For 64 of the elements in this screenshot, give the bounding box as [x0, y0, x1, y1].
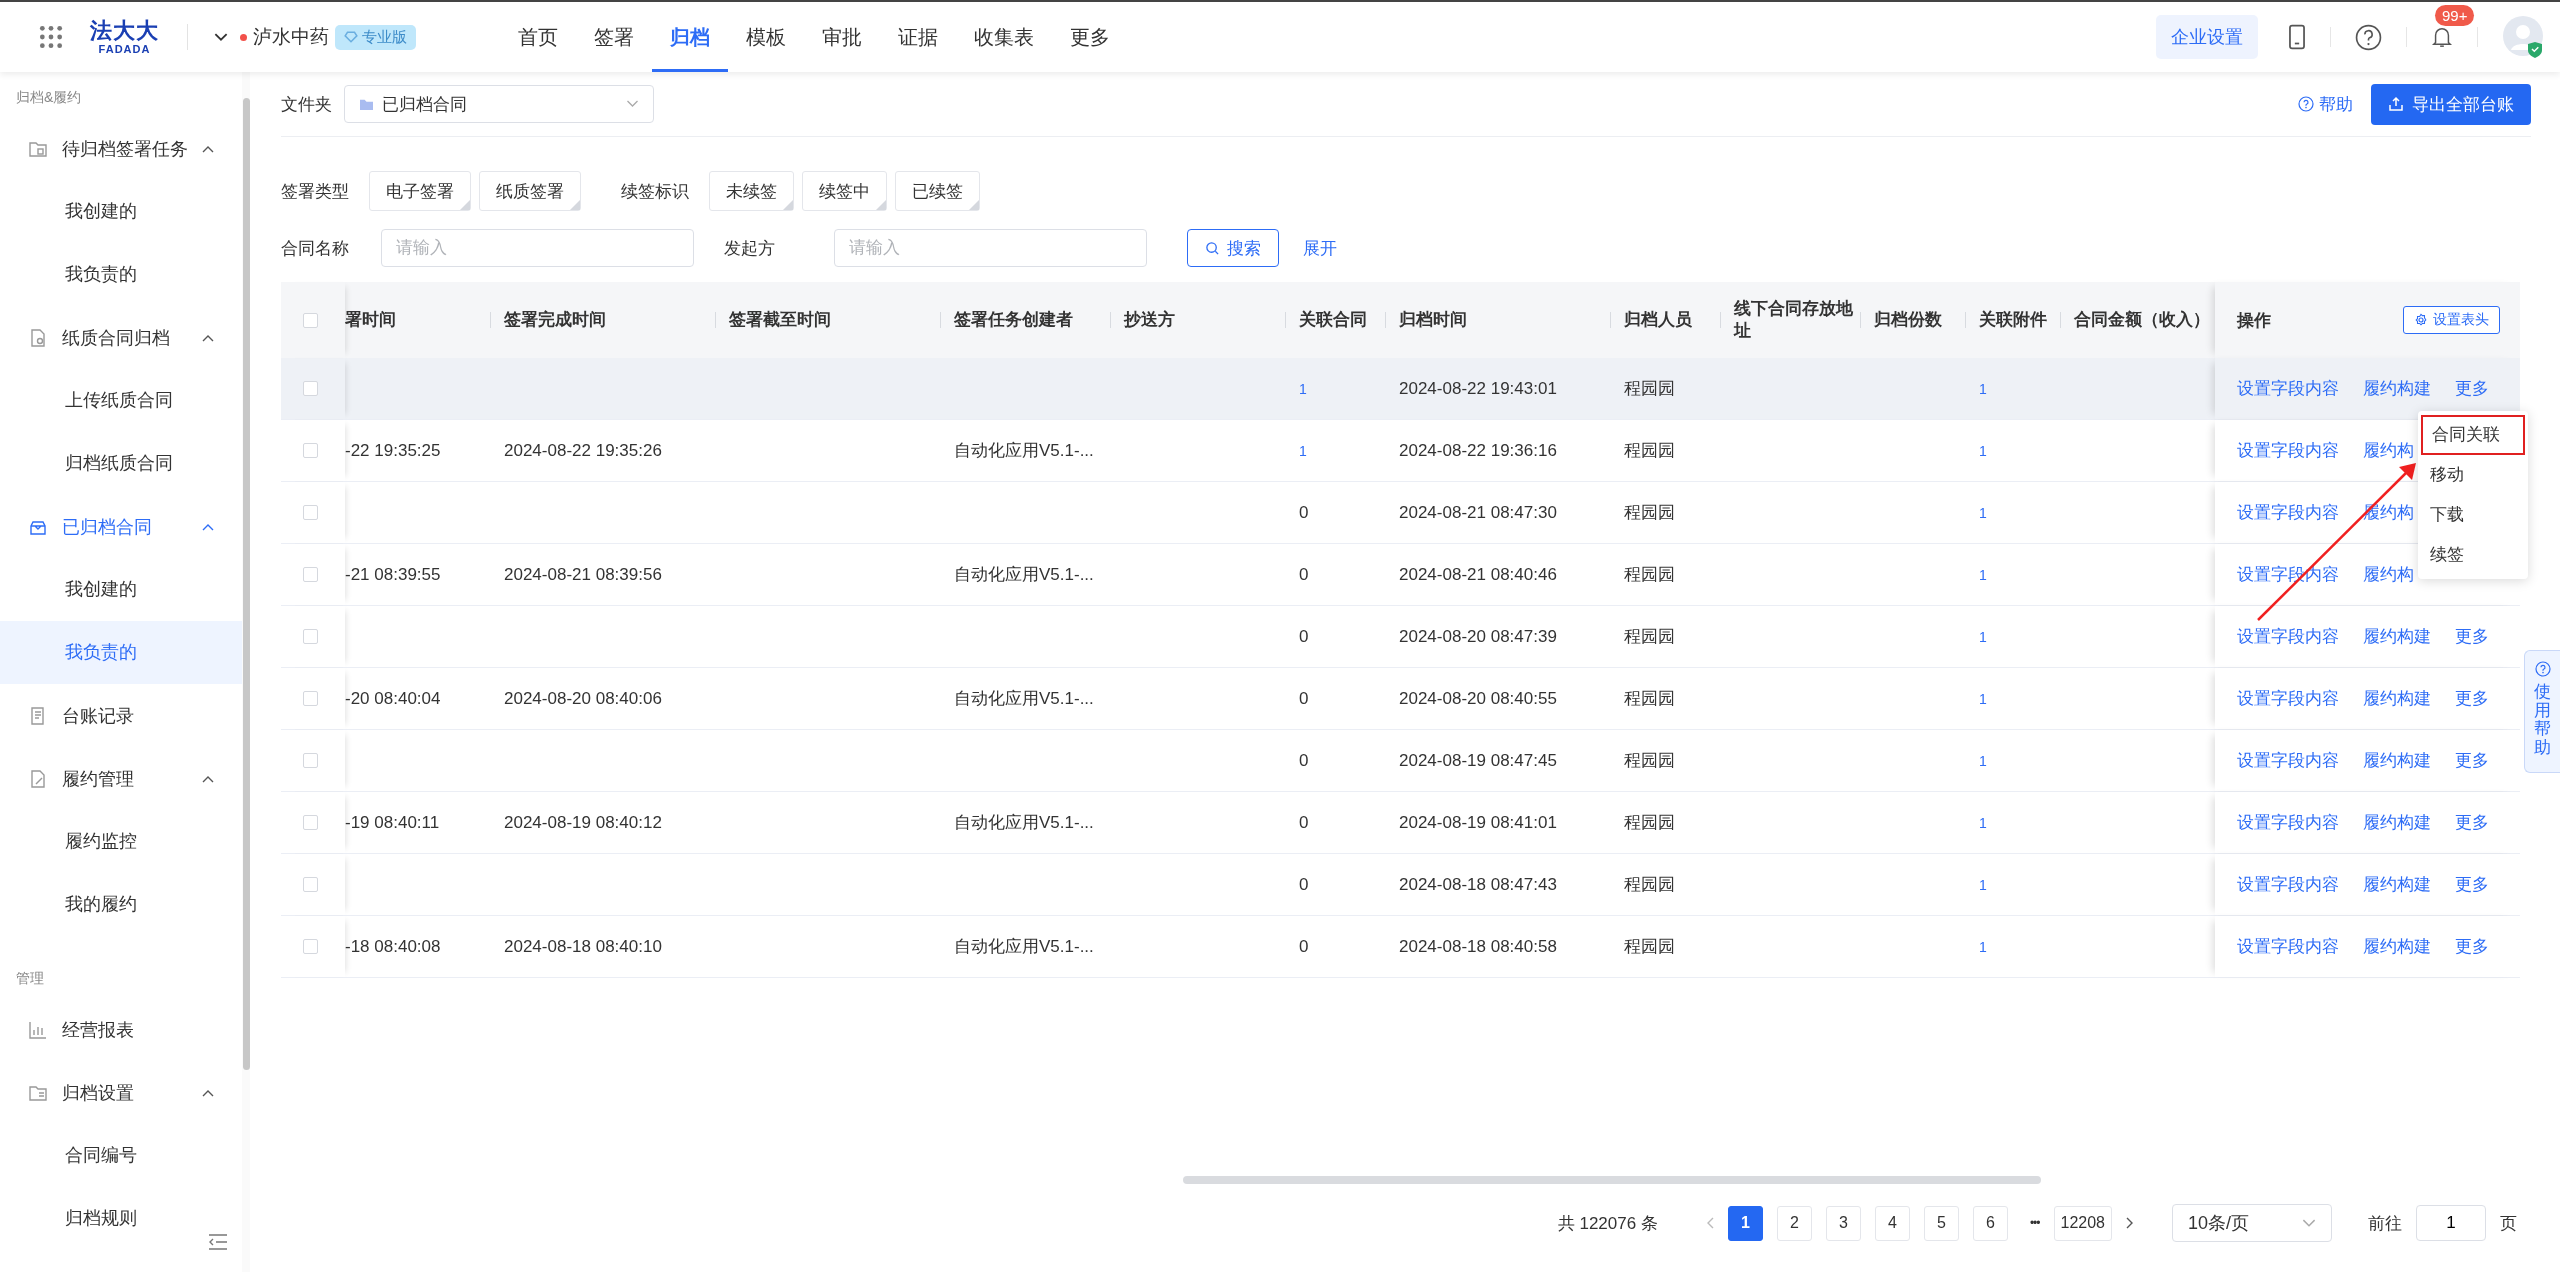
table-cell-text: 程园园 [1624, 440, 1675, 462]
table-cell-text: 程园园 [1624, 688, 1675, 710]
table-cell: 2024-08-21 08:47:30 [1399, 502, 1557, 523]
column-header: 线下合同存放地址 [1734, 297, 1854, 342]
table-cell: 2024-08-22 19:43:01 [1399, 378, 1557, 399]
column-header: 签署任务创建者 [954, 308, 1073, 331]
table-cell: 2024-08-19 08:40:12 [504, 812, 662, 833]
table-cell: 0 [1299, 812, 1309, 833]
total-count: 共 122076 条 [1557, 1212, 1658, 1235]
section-title: 管理 [15, 969, 45, 988]
table-cell: 0 [1299, 502, 1309, 523]
table-cell: 0 [1299, 936, 1309, 957]
table-cell: 2024-08-20 08:47:39 [1399, 626, 1557, 647]
table-cell: 0 [1299, 750, 1309, 771]
field-label: 续签标识 [621, 180, 689, 203]
table-cell: -20 08:40:04 [345, 688, 441, 709]
column-header: 抄送方 [1124, 308, 1175, 331]
table-cell-text: 自动化应用V5.1-... [954, 936, 1094, 958]
column-header: 关联合同 [1299, 308, 1367, 331]
table-cell: 2024-08-18 08:40:10 [504, 936, 662, 957]
table-cell: 2024-08-22 19:35:26 [504, 440, 662, 461]
field-label: 发起方 [724, 237, 776, 260]
table-cell-text: 程园园 [1624, 750, 1675, 772]
table-cell: 2024-08-22 19:36:16 [1399, 440, 1557, 461]
table-cell-text: 自动化应用V5.1-... [954, 688, 1094, 710]
section-title: 归档&履约 [15, 88, 83, 107]
table-cell: 0 [1299, 626, 1309, 647]
column-header: 签署完成时间 [504, 308, 606, 331]
table-cell-text: 程园园 [1624, 812, 1675, 834]
table-cell: -18 08:40:08 [345, 936, 441, 957]
table-cell-text: 程园园 [1624, 936, 1675, 958]
table-cell-text: 程园园 [1624, 378, 1675, 400]
table-cell: -19 08:40:11 [345, 812, 440, 833]
column-header: 归档人员 [1624, 308, 1692, 331]
column-header: 操作 [2237, 309, 2271, 332]
goto-label: 前往 [2368, 1212, 2402, 1235]
table-cell: 2024-08-18 08:47:43 [1399, 874, 1557, 895]
table-cell: 2024-08-19 08:47:45 [1399, 750, 1557, 771]
column-header: 归档份数 [1874, 308, 1942, 331]
column-header: 署时间 [345, 308, 396, 331]
column-header: 归档时间 [1399, 308, 1467, 331]
table-cell: 0 [1299, 688, 1309, 709]
notification-badge: 99+ [2435, 5, 2475, 26]
column-header: 关联附件 [1979, 308, 2047, 331]
edition-badge: 专业版 [335, 24, 416, 50]
table-cell-text: 程园园 [1624, 874, 1675, 896]
field-label: 文件夹 [281, 93, 332, 116]
table-cell-text: 自动化应用V5.1-... [954, 440, 1094, 462]
table-cell: -22 19:35:25 [345, 440, 441, 461]
table-cell: 2024-08-19 08:41:01 [1399, 812, 1557, 833]
table-cell-text: 程园园 [1624, 626, 1675, 648]
table-cell: 2024-08-18 08:40:58 [1399, 936, 1557, 957]
logo-latin: FADADA [98, 43, 151, 55]
field-label: 签署类型 [281, 180, 349, 203]
field-label: 合同名称 [281, 237, 350, 260]
page-unit: 页 [2500, 1212, 2517, 1235]
table-cell-text: 自动化应用V5.1-... [954, 812, 1094, 834]
column-header: 签署截至时间 [729, 308, 831, 331]
table-cell: 2024-08-20 08:40:06 [504, 688, 662, 709]
column-header: 合同金额（收入） [2074, 308, 2210, 331]
table-cell: 2024-08-20 08:40:55 [1399, 688, 1557, 709]
table-cell-text: 程园园 [1624, 502, 1675, 524]
table-cell: 0 [1299, 874, 1309, 895]
logo-name: 法大大 [90, 19, 159, 42]
